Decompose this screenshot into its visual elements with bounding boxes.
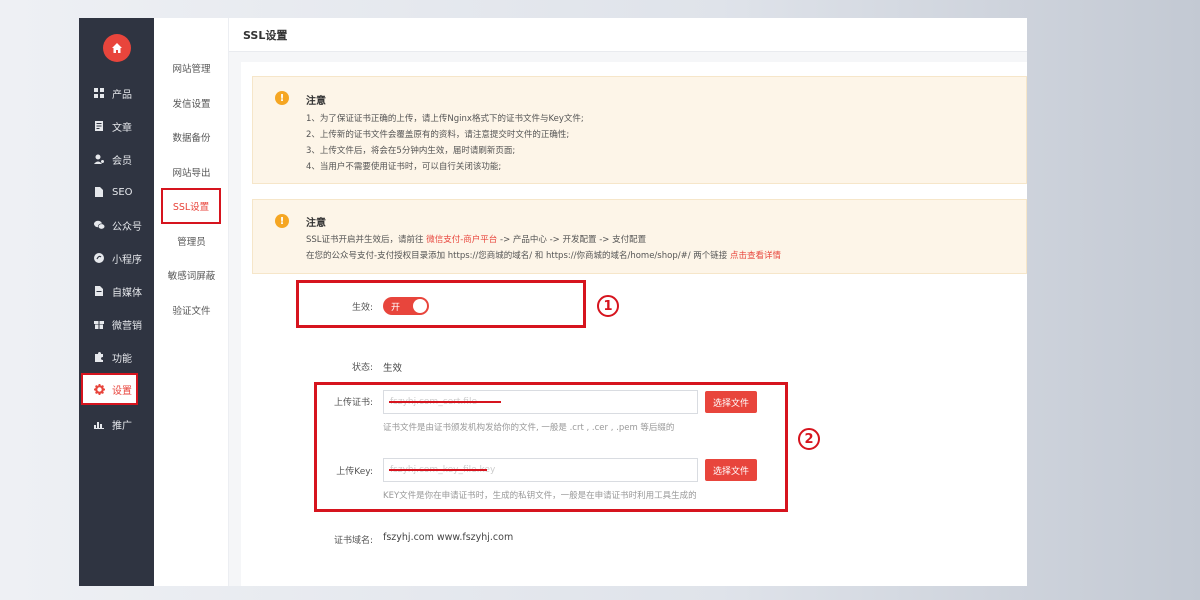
view-details-link[interactable]: 点击查看详情 (730, 251, 781, 261)
sidebar-item-label: 产品 (112, 89, 132, 101)
sidebar-item-product[interactable]: 产品 (79, 77, 154, 109)
sidebar-item-label: 自媒体 (112, 287, 142, 299)
notice-line: 2、上传新的证书文件会覆盖原有的资料，请注意提交时文件的正确性; (306, 130, 570, 140)
choose-cert-file-button[interactable]: 选择文件 (705, 391, 757, 413)
notice-text: SSL证书开启并生效后，请前往 (306, 235, 427, 245)
sidebar-item-label: 小程序 (112, 254, 142, 266)
sidebar-item-label: 设置 (112, 385, 132, 397)
settings-subnav: 网站管理 发信设置 数据备份 网站导出 SSL设置 管理员 敏感词屏蔽 验证文件 (154, 18, 229, 586)
cert-domain-value: fszyhj.com www.fszyhj.com (383, 532, 514, 543)
wechat-pay-merchant-link[interactable]: 微信支付-商户平台 (426, 235, 497, 245)
subnav-item-sensitive-words[interactable]: 敏感词屏蔽 (154, 265, 229, 285)
grid-icon (93, 87, 105, 99)
annotation-number-2: 2 (798, 428, 820, 450)
subnav-item-site-management[interactable]: 网站管理 (154, 58, 229, 78)
key-upload-label: 上传Key: (336, 467, 373, 477)
status-value: 生效 (383, 363, 403, 374)
file-icon (93, 186, 105, 198)
sidebar-item-miniprogram[interactable]: 小程序 (79, 242, 154, 274)
notice-line: 1、为了保证证书正确的上传，请上传Nginx格式下的证书文件与Key文件; (306, 114, 584, 124)
status-label: 状态: (351, 363, 373, 373)
sidebar-item-label: 公众号 (112, 221, 142, 233)
user-icon (93, 153, 105, 165)
subnav-item-administrators[interactable]: 管理员 (154, 231, 229, 251)
subnav-item-ssl-settings[interactable]: SSL设置 (161, 188, 221, 224)
notice-title: 注意 (306, 218, 326, 229)
subnav-item-mail-settings[interactable]: 发信设置 (154, 93, 229, 113)
gear-icon (93, 383, 105, 395)
warning-icon: ! (275, 91, 289, 105)
sidebar-item-features[interactable]: 功能 (79, 341, 154, 373)
notice-line: SSL证书开启并生效后，请前往 微信支付-商户平台 -> 产品中心 -> 开发配… (306, 233, 646, 245)
warning-icon: ! (275, 214, 289, 228)
sidebar-item-promotion[interactable]: 推广 (79, 408, 154, 440)
sidebar-item-media[interactable]: 自媒体 (79, 275, 154, 307)
notice-text: -> 产品中心 -> 开发配置 -> 支付配置 (497, 235, 647, 245)
media-icon (93, 285, 105, 297)
page-title: SSL设置 (229, 18, 1027, 52)
sidebar-item-article[interactable]: 文章 (79, 110, 154, 142)
sidebar-item-label: 微营销 (112, 320, 142, 332)
notice-box-payment: ! 注意 SSL证书开启并生效后，请前往 微信支付-商户平台 -> 产品中心 -… (252, 199, 1027, 274)
sidebar-item-official-account[interactable]: 公众号 (79, 209, 154, 241)
app-window: 产品 文章 会员 SEO 公众号 小程序 自媒体 微营销 功能 设置 推广 网站… (79, 18, 1027, 586)
notice-line: 3、上传文件后，将会在5分钟内生效，届时请刷新页面; (306, 146, 516, 156)
puzzle-icon (93, 351, 105, 363)
enable-toggle[interactable]: 开 (383, 297, 429, 315)
notice-line: 4、当用户不需要使用证书时，可以自行关闭该功能; (306, 162, 502, 172)
sidebar-item-label: 功能 (112, 353, 132, 365)
notice-line: 在您的公众号支付-支付授权目录添加 https://您商城的域名/ 和 http… (306, 249, 781, 261)
home-button[interactable] (103, 34, 131, 62)
main-sidebar: 产品 文章 会员 SEO 公众号 小程序 自媒体 微营销 功能 设置 推广 (79, 18, 154, 586)
subnav-item-verification-file[interactable]: 验证文件 (154, 300, 229, 320)
main-content: SSL设置 ! 注意 1、为了保证证书正确的上传，请上传Nginx格式下的证书文… (229, 18, 1027, 586)
subnav-item-data-backup[interactable]: 数据备份 (154, 127, 229, 147)
ssl-settings-panel: ! 注意 1、为了保证证书正确的上传，请上传Nginx格式下的证书文件与Key文… (241, 62, 1027, 586)
toggle-knob (413, 299, 427, 313)
home-icon (111, 39, 123, 58)
redaction-line (389, 401, 501, 403)
key-hint: KEY文件是你在申请证书时，生成的私钥文件，一般是在申请证书时利用工具生成的 (383, 491, 697, 501)
chart-icon (93, 418, 105, 430)
subnav-item-site-export[interactable]: 网站导出 (154, 162, 229, 182)
sidebar-item-label: 推广 (112, 420, 132, 432)
notice-text: 在您的公众号支付-支付授权目录添加 https://您商城的域名/ 和 http… (306, 251, 730, 261)
miniprogram-icon (93, 252, 105, 264)
document-icon (93, 120, 105, 132)
toggle-text: 开 (391, 302, 401, 313)
sidebar-item-seo[interactable]: SEO (79, 176, 154, 208)
sidebar-item-label: 会员 (112, 155, 132, 167)
sidebar-item-marketing[interactable]: 微营销 (79, 308, 154, 340)
notice-box-rules: ! 注意 1、为了保证证书正确的上传，请上传Nginx格式下的证书文件与Key文… (252, 76, 1027, 184)
enable-label: 生效: (351, 303, 373, 313)
annotation-number-1: 1 (597, 295, 619, 317)
sidebar-item-label: SEO (112, 186, 133, 198)
sidebar-item-label: 文章 (112, 122, 132, 134)
wechat-icon (93, 219, 105, 231)
cert-upload-label: 上传证书: (333, 398, 373, 408)
sidebar-item-member[interactable]: 会员 (79, 143, 154, 175)
cert-hint: 证书文件是由证书颁发机构发给你的文件, 一般是 .crt , .cer , .p… (383, 423, 675, 433)
notice-title: 注意 (306, 96, 326, 107)
sidebar-item-settings[interactable]: 设置 (81, 373, 138, 405)
redaction-line (389, 469, 487, 471)
choose-key-file-button[interactable]: 选择文件 (705, 459, 757, 481)
gift-icon (93, 318, 105, 330)
cert-domain-label: 证书域名: (333, 536, 373, 546)
